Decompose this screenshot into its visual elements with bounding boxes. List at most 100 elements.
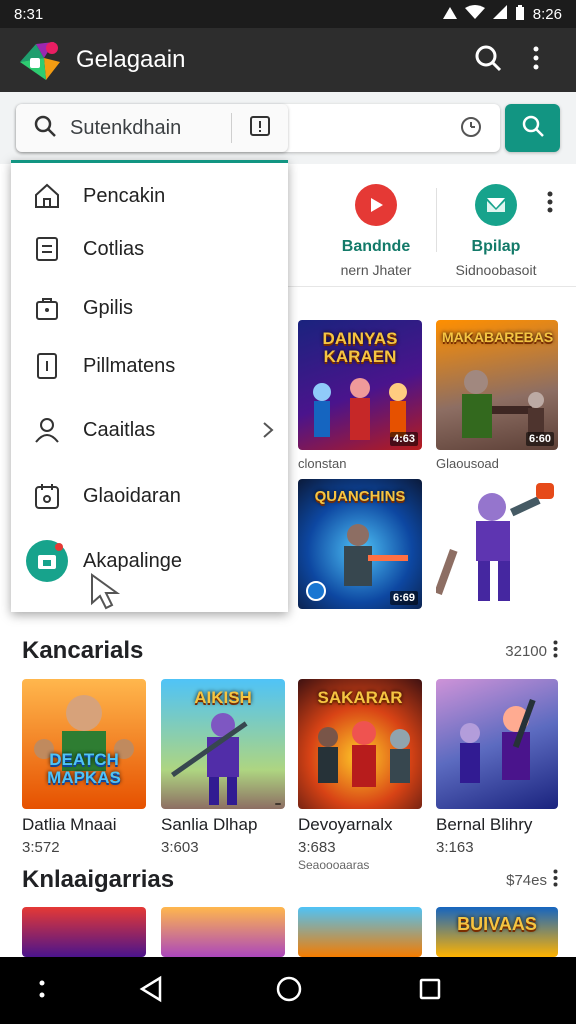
calendar-icon: [11, 482, 83, 510]
bag-icon: [11, 295, 83, 321]
status-bar: 8:31 8:26: [0, 0, 576, 28]
navigation-bar: [0, 957, 576, 1024]
thumbnail-badge: 6:69: [389, 591, 418, 605]
thumbnail-caption: DAINYAS KARAEN: [322, 329, 398, 366]
chevron-right-icon: [248, 421, 288, 439]
character-art-icon: [34, 695, 134, 771]
thumbnail-badge: [275, 803, 281, 805]
game-thumbnail: DAINYAS KARAEN 4:63: [298, 320, 422, 450]
card-title: Bernal Blihry: [436, 815, 533, 834]
game-card[interactable]: AIKISH Sanlia Dlhap 3:603: [161, 679, 285, 856]
clock-icon: [460, 117, 482, 142]
strip-more-button[interactable]: [540, 190, 560, 218]
strip-item[interactable]: Bandnde nern Jhater: [316, 184, 436, 278]
section-header: Kancarials 32100: [22, 637, 558, 665]
document-icon: [11, 236, 83, 262]
section-count: 32100: [505, 642, 547, 660]
search-chip-text: Sutenkdhain: [70, 116, 182, 139]
search-icon: [521, 114, 545, 143]
game-card[interactable]: QUANCHINS 6:69: [298, 479, 422, 609]
game-thumbnail: MAKABAREBAS 6:60: [436, 320, 558, 450]
strip-item-subtitle: Sidnoobasoit: [455, 262, 537, 278]
game-thumbnail: [22, 907, 146, 957]
app-strip: Bandnde nern Jhater Bpilap Sidnoobasoit: [288, 170, 576, 288]
nav-home-button[interactable]: [273, 975, 305, 1007]
more-vert-icon: [553, 869, 558, 891]
menu-item-label: Gpilis: [83, 296, 134, 319]
game-thumbnail: [298, 907, 422, 957]
card-label: Glaousoad: [436, 456, 499, 471]
game-card[interactable]: DEATCH MAPKAS Datlia Mnaai 3:572: [22, 679, 146, 856]
nav-menu-button[interactable]: [26, 975, 58, 1007]
signal-icon: [492, 5, 507, 23]
search-submit-button[interactable]: [505, 104, 560, 152]
strip-separator: [288, 286, 576, 287]
character-art-icon: [436, 483, 554, 601]
green-app-icon: [11, 539, 83, 583]
wifi-icon: [464, 5, 485, 23]
game-thumbnail: [436, 679, 558, 809]
game-card[interactable]: BUIVAAS: [436, 907, 558, 957]
game-card[interactable]: SAKARAR Devoyarnalx 3:683 Seaoooaaras: [298, 679, 422, 872]
search-icon: [474, 44, 502, 77]
section-count: $74es: [506, 871, 547, 889]
game-thumbnail: QUANCHINS 6:69: [298, 479, 422, 609]
menu-item-label: Pencakin: [83, 184, 166, 207]
game-card[interactable]: MAKABAREBAS 6:60 Glaousoad: [436, 320, 558, 471]
thumbnail-caption: BUIVAAS: [457, 914, 537, 934]
history-button[interactable]: [460, 116, 484, 140]
overflow-menu-button[interactable]: [512, 36, 560, 84]
alert-button[interactable]: [232, 104, 288, 152]
menu-item-akapalinge[interactable]: Akapalinge: [11, 533, 288, 589]
card-title: Devoyarnalx: [298, 815, 393, 834]
back-triangle-icon: [138, 975, 164, 1008]
status-time-right: 8:26: [532, 5, 562, 23]
menu-item-label: Glaoidaran: [83, 484, 181, 507]
game-thumbnail: [436, 479, 558, 609]
card-label: clonstan: [298, 456, 347, 471]
menu-item-cotlias[interactable]: Cotlias: [11, 221, 288, 277]
game-card[interactable]: [22, 907, 146, 957]
play-icon: [355, 184, 397, 226]
menu-item-pencakin[interactable]: Pencakin: [11, 168, 288, 224]
game-card[interactable]: DAINYAS KARAEN 4:63 clonstan: [298, 320, 422, 471]
menu-item-label: Cotlias: [83, 237, 145, 260]
game-card[interactable]: [298, 907, 422, 957]
search-row: Sutenkdhain: [0, 92, 576, 164]
notification-icon: [442, 6, 457, 23]
nav-recents-button[interactable]: [414, 975, 446, 1007]
phone-icon: [11, 352, 83, 380]
game-thumbnail: AIKISH: [161, 679, 285, 809]
game-card[interactable]: Bernal Blihry 3:163: [436, 679, 558, 856]
app-title: Gelagaain: [76, 46, 186, 73]
search-icon: [34, 115, 56, 142]
menu-item-glaoidaran[interactable]: Glaoidaran: [11, 468, 288, 524]
menu-item-label: Caaitlas: [83, 418, 156, 441]
menu-item-label: Akapalinge: [83, 549, 182, 572]
strip-item-title: Bandnde: [341, 238, 411, 255]
game-thumbnail: SAKARAR: [298, 679, 422, 809]
section-count-button[interactable]: $74es: [506, 869, 558, 891]
section-header: Knlaaigarrias $74es: [22, 866, 558, 894]
menu-item-gpilis[interactable]: Gpilis: [11, 280, 288, 336]
card-meta: 3:163: [436, 839, 474, 856]
app-bar: Gelagaain: [0, 28, 576, 92]
game-card[interactable]: [436, 479, 558, 609]
thumbnail-caption: QUANCHINS: [314, 488, 406, 505]
strip-item[interactable]: Bpilap Sidnoobasoit: [436, 184, 556, 278]
card-meta: 3:683: [298, 839, 336, 856]
game-card[interactable]: [161, 907, 285, 957]
menu-item-label: Pillmatens: [83, 354, 176, 377]
menu-item-pillmatens[interactable]: Pillmatens: [11, 338, 288, 394]
section-count-button[interactable]: 32100: [505, 640, 558, 662]
battery-icon: [515, 4, 525, 24]
search-button[interactable]: [464, 36, 512, 84]
person-icon: [11, 416, 83, 444]
menu-item-caaitlas[interactable]: Caaitlas: [11, 402, 288, 458]
thumbnail-badge: 4:63: [389, 432, 418, 446]
nav-back-button[interactable]: [135, 975, 167, 1007]
search-chip[interactable]: Sutenkdhain: [16, 104, 288, 152]
game-thumbnail: DEATCH MAPKAS: [22, 679, 146, 809]
more-vert-icon: [553, 640, 558, 662]
app-logo[interactable]: [16, 36, 64, 84]
